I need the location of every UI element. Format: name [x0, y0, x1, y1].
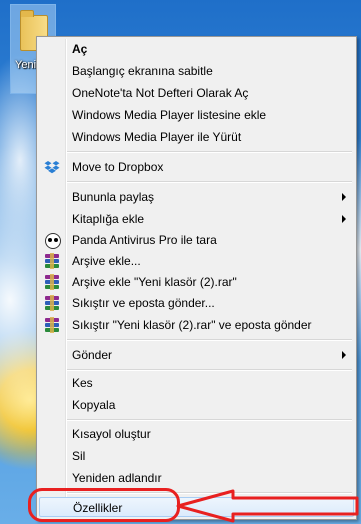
menu-item-label: Panda Antivirus Pro ile tara — [72, 233, 217, 247]
panda-icon — [44, 232, 61, 249]
menu-item-label: Windows Media Player listesine ekle — [72, 108, 267, 122]
menu-item-label: Kopyala — [72, 398, 116, 412]
menu-item-shortcut[interactable]: Kısayol oluştur — [39, 424, 354, 444]
submenu-arrow-icon — [342, 351, 346, 359]
winrar-icon — [44, 295, 60, 311]
menu-item-label: Windows Media Player ile Yürüt — [72, 130, 242, 144]
menu-item-send-to[interactable]: Gönder — [39, 345, 354, 365]
menu-item-label: Kes — [72, 376, 93, 390]
menu-item-label: Aç — [72, 42, 88, 56]
dropbox-icon — [44, 159, 60, 175]
menu-item-rename[interactable]: Yeniden adlandır — [39, 468, 354, 488]
menu-item-library[interactable]: Kitaplığa ekle — [39, 209, 354, 229]
submenu-arrow-icon — [342, 215, 346, 223]
menu-item-copy[interactable]: Kopyala — [39, 395, 354, 415]
menu-item-dropbox[interactable]: Move to Dropbox — [39, 157, 354, 177]
menu-item-compress-email[interactable]: Sıkıştır ve eposta gönder... — [39, 293, 354, 313]
winrar-icon — [44, 274, 60, 290]
menu-separator — [67, 151, 352, 153]
desktop-folder-label: Yeni — [15, 59, 37, 71]
menu-item-wmp-play[interactable]: Windows Media Player ile Yürüt — [39, 127, 354, 147]
menu-item-label: Gönder — [72, 348, 113, 362]
menu-item-label: Move to Dropbox — [72, 160, 164, 174]
submenu-arrow-icon — [342, 193, 346, 201]
menu-item-open[interactable]: Aç — [39, 39, 354, 59]
menu-item-share[interactable]: Bununla paylaş — [39, 187, 354, 207]
menu-item-label: Kısayol oluştur — [72, 427, 151, 441]
winrar-icon — [44, 317, 60, 333]
menu-item-pin-start[interactable]: Başlangıç ekranına sabitle — [39, 61, 354, 81]
menu-item-label: OneNote'ta Not Defteri Olarak Aç — [72, 86, 249, 100]
menu-item-label: Yeniden adlandır — [72, 471, 162, 485]
winrar-icon — [44, 253, 60, 269]
context-menu: Aç Başlangıç ekranına sabitle OneNote'ta… — [36, 36, 357, 520]
menu-item-wmp-list[interactable]: Windows Media Player listesine ekle — [39, 105, 354, 125]
menu-item-label: Sil — [72, 449, 86, 463]
menu-item-archive-add[interactable]: Arşive ekle... — [39, 251, 354, 271]
menu-item-cut[interactable]: Kes — [39, 373, 354, 393]
menu-item-panda[interactable]: Panda Antivirus Pro ile tara — [39, 230, 354, 250]
menu-item-label: Bununla paylaş — [72, 190, 155, 204]
menu-item-label: Başlangıç ekranına sabitle — [72, 64, 213, 78]
menu-item-onenote[interactable]: OneNote'ta Not Defteri Olarak Aç — [39, 83, 354, 103]
menu-separator — [67, 419, 352, 421]
menu-item-compress-email-named[interactable]: Sıkıştır "Yeni klasör (2).rar" ve eposta… — [39, 315, 354, 335]
annotation-ellipse — [28, 488, 180, 522]
menu-item-archive-add-named[interactable]: Arşive ekle "Yeni klasör (2).rar" — [39, 272, 354, 292]
menu-item-label: Sıkıştır "Yeni klasör (2).rar" ve eposta… — [72, 318, 312, 332]
menu-item-delete[interactable]: Sil — [39, 446, 354, 466]
menu-separator — [67, 339, 352, 341]
menu-item-label: Kitaplığa ekle — [72, 212, 145, 226]
menu-separator — [67, 181, 352, 183]
menu-item-label: Arşive ekle "Yeni klasör (2).rar" — [72, 275, 237, 289]
menu-item-label: Sıkıştır ve eposta gönder... — [72, 296, 215, 310]
menu-item-label: Arşive ekle... — [72, 254, 141, 268]
annotation-arrow-icon — [176, 489, 359, 523]
menu-separator — [67, 369, 352, 371]
